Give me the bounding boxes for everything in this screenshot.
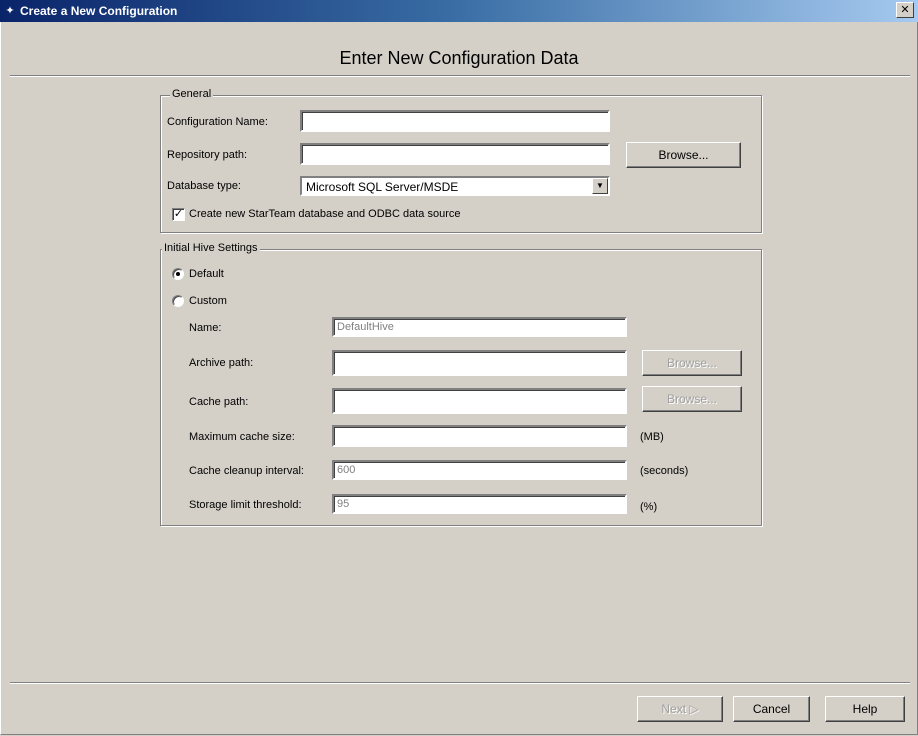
repo-path-label: Repository path: (167, 149, 248, 161)
archive-path-label: Archive path: (189, 357, 254, 369)
cleanup-interval-unit: (seconds) (640, 465, 689, 477)
cleanup-interval-label: Cache cleanup interval: (189, 465, 304, 477)
storage-threshold-unit: (%) (640, 501, 658, 513)
default-radio[interactable] (172, 268, 184, 280)
custom-radio[interactable] (172, 295, 184, 307)
page-title: Enter New Configuration Data (339, 48, 579, 68)
next-button[interactable]: Next ▷ (637, 696, 723, 722)
hive-legend: Initial Hive Settings (162, 242, 260, 254)
create-db-checkbox[interactable]: ✓ (172, 208, 185, 221)
custom-radio-label: Custom (189, 295, 227, 307)
cache-browse-button[interactable]: Browse... (642, 386, 742, 412)
cancel-button[interactable]: Cancel (733, 696, 810, 722)
help-button[interactable]: Help (825, 696, 905, 722)
config-name-field[interactable] (300, 110, 610, 132)
default-radio-label: Default (189, 268, 224, 280)
header-separator (10, 75, 910, 77)
checkmark-icon: ✓ (173, 208, 184, 220)
max-cache-unit: (MB) (640, 431, 664, 443)
db-type-select[interactable]: Microsoft SQL Server/MSDE ▼ (300, 176, 610, 196)
config-name-label: Configuration Name: (167, 116, 268, 128)
hive-name-field[interactable] (332, 317, 627, 337)
repo-browse-button[interactable]: Browse... (626, 142, 741, 168)
db-type-value: Microsoft SQL Server/MSDE (306, 180, 459, 194)
app-icon: ✦ (5, 5, 15, 17)
general-legend: General (170, 88, 214, 100)
max-cache-label: Maximum cache size: (189, 431, 295, 443)
storage-threshold-field[interactable] (332, 494, 627, 514)
footer-separator (10, 682, 910, 684)
radio-dot-icon (176, 272, 180, 276)
max-cache-field[interactable] (332, 425, 627, 447)
chevron-down-icon[interactable]: ▼ (592, 178, 608, 194)
storage-threshold-label: Storage limit threshold: (189, 499, 302, 511)
cache-path-field[interactable] (332, 388, 627, 414)
title-bar: ✦ Create a New Configuration ✕ (0, 0, 918, 22)
hive-name-label: Name: (189, 322, 222, 334)
create-db-label: Create new StarTeam database and ODBC da… (189, 208, 461, 220)
archive-path-field[interactable] (332, 350, 627, 376)
archive-browse-button[interactable]: Browse... (642, 350, 742, 376)
window-title: Create a New Configuration (20, 4, 178, 18)
close-icon[interactable]: ✕ (896, 2, 914, 18)
db-type-label: Database type: (167, 180, 241, 192)
repo-path-field[interactable] (300, 143, 610, 165)
cache-path-label: Cache path: (189, 396, 249, 408)
cleanup-interval-field[interactable] (332, 460, 627, 480)
